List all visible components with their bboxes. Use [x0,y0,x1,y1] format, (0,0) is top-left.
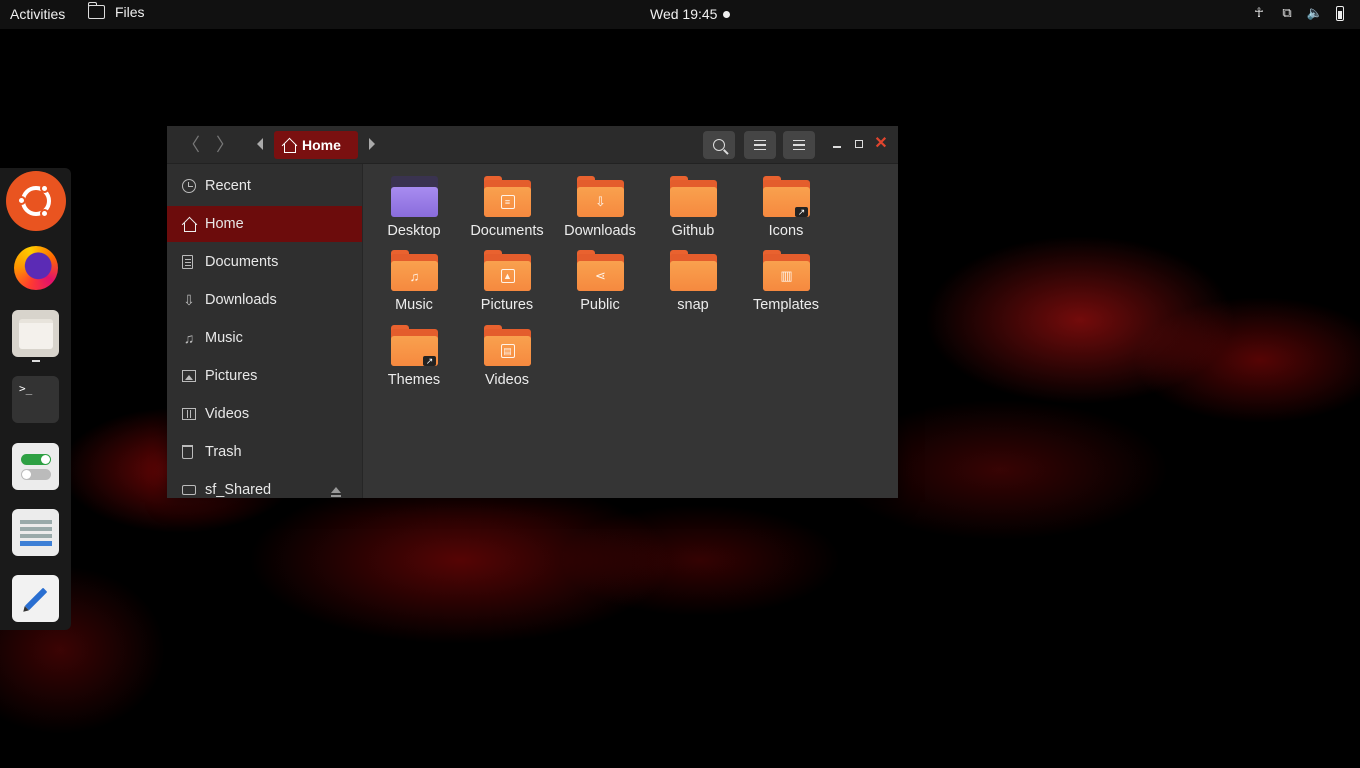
folder-icon [87,2,105,19]
settings-icon[interactable] [12,443,59,490]
notification-dot-icon [723,10,731,18]
trash-icon [182,445,193,459]
file-grid: Desktop ≡ Documents ⇩ Downloads Github ↗… [363,164,898,498]
folder-icon [670,176,717,217]
download-icon: ⇩ [595,194,606,209]
sidebar-item-music[interactable]: Music [167,320,362,356]
folder-github[interactable]: Github [649,168,737,239]
folder-downloads[interactable]: ⇩ Downloads [556,168,644,239]
folder-icon: ⋖ [577,250,624,291]
hamburger-icon [793,139,805,151]
search-button[interactable] [703,131,735,159]
minimize-button[interactable] [829,136,845,152]
ubuntu-icon[interactable] [6,171,66,231]
folder-icon: ▥ [763,250,810,291]
home-icon [282,138,296,153]
folder-desktop[interactable]: Desktop [370,168,458,239]
folder-icon: ▤ [484,325,531,366]
forward-button[interactable]: 〉 [213,134,237,156]
back-button[interactable]: 〈 [179,134,203,156]
clock-icon [182,179,196,193]
symlink-icon: ↗ [423,356,436,366]
path-scroll-right-icon[interactable] [369,138,375,150]
battery-icon[interactable] [1336,5,1344,21]
clock[interactable]: Wed 19:45 [650,6,731,22]
folder-snap[interactable]: snap [649,242,737,313]
sidebar-item-documents[interactable]: Documents [167,244,362,280]
running-indicator [32,360,40,362]
sidebar-item-downloads[interactable]: Downloads [167,282,362,318]
folder-icon: ≡ [484,176,531,217]
document-icon [182,255,193,269]
path-home-button[interactable]: Home [274,131,358,159]
document-icon: ≡ [500,195,515,209]
path-scroll-left-icon[interactable] [257,138,263,150]
video-icon: ▤ [500,344,515,358]
folder-icon: ↗ [391,325,438,366]
folder-icon [670,250,717,291]
view-toggle-button[interactable] [744,131,776,159]
folder-icon [391,176,438,217]
files-icon[interactable] [12,310,59,357]
picture-icon [182,370,196,382]
music-icon [182,331,196,345]
clock-label: Wed 19:45 [650,6,718,22]
folder-pictures[interactable]: ▲ Pictures [463,242,551,313]
folder-music[interactable]: ♫ Music [370,242,458,313]
volume-icon[interactable]: 🔈 [1307,5,1323,21]
text-editor-icon[interactable] [12,575,59,622]
folder-icons[interactable]: ↗ Icons [742,168,830,239]
firefox-icon[interactable] [12,244,59,291]
symlink-icon: ↗ [795,207,808,217]
sidebar-item-trash[interactable]: Trash [167,434,362,470]
activities-button[interactable]: Activities [10,6,65,22]
maximize-button[interactable] [851,136,867,152]
drive-icon [182,485,196,495]
picture-icon: ▲ [500,269,515,283]
files-window: 〈 〉 Home ✕ Recent Home Documents Downloa [167,126,898,498]
sidebar-item-recent[interactable]: Recent [167,168,362,204]
folder-documents[interactable]: ≡ Documents [463,168,551,239]
sidebar-item-pictures[interactable]: Pictures [167,358,362,394]
folder-templates[interactable]: ▥ Templates [742,242,830,313]
music-icon: ♫ [409,268,420,284]
menu-button[interactable] [783,131,815,159]
sidebar-item-videos[interactable]: Videos [167,396,362,432]
share-icon: ⋖ [595,268,606,283]
terminal-icon[interactable]: >_ [12,376,59,423]
folder-videos[interactable]: ▤ Videos [463,317,551,388]
folder-themes[interactable]: ↗ Themes [370,317,458,388]
close-button[interactable]: ✕ [873,136,889,152]
path-label: Home [302,137,341,153]
system-tray[interactable]: ☥ ⧉ 🔈 [1252,5,1344,21]
download-icon [182,293,196,307]
folder-public[interactable]: ⋖ Public [556,242,644,313]
terminal-prompt: >_ [19,382,33,395]
network-icon[interactable]: ⧉ [1280,5,1294,21]
folder-icon: ▲ [484,250,531,291]
dock: >_ [0,168,71,630]
top-bar: Activities Files Wed 19:45 ☥ ⧉ 🔈 [0,0,1360,29]
folder-icon: ♫ [391,250,438,291]
header-bar: 〈 〉 Home ✕ [167,126,898,164]
accessibility-icon[interactable]: ☥ [1252,5,1266,21]
folder-icon: ⇩ [577,176,624,217]
eject-icon[interactable] [331,487,341,497]
app-menu[interactable]: Files [87,2,145,20]
home-icon [182,217,196,232]
software-icon[interactable] [12,509,59,556]
video-icon [182,408,196,420]
list-view-icon [754,139,766,151]
app-name: Files [115,4,145,20]
sidebar-item-home[interactable]: Home [167,206,362,242]
template-icon: ▥ [780,268,793,283]
folder-icon: ↗ [763,176,810,217]
sidebar-item-sf-shared[interactable]: sf_Shared [167,472,362,498]
sidebar: Recent Home Documents Downloads Music Pi… [167,164,363,498]
search-icon [713,139,725,151]
